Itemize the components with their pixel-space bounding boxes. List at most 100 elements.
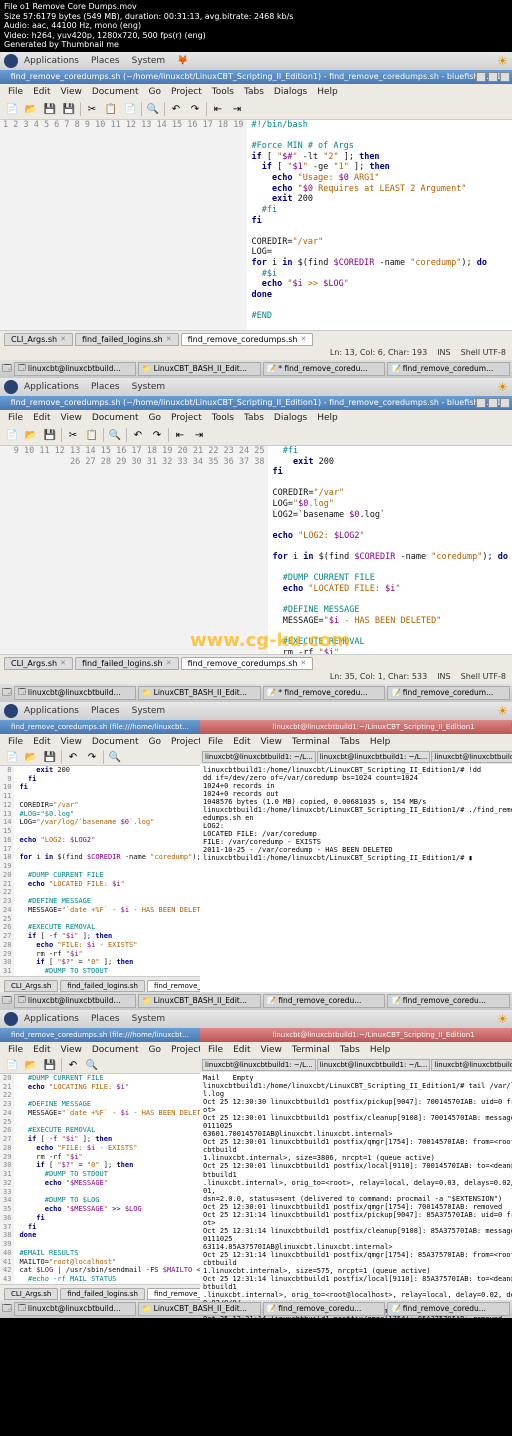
window-title: find_remove_coredumps.sh (~/home/linuxcb… [0,70,512,84]
save-icon[interactable]: 💾 [42,101,58,117]
copy-icon[interactable]: 📋 [84,427,100,443]
redo-icon[interactable]: ↷ [149,427,165,443]
save-as-icon[interactable]: 💾 [61,101,77,117]
menu-help[interactable]: Help [366,1045,395,1055]
gnome-taskbar: 🗔 🗔 linuxcbt@linuxcbtbuild... 📁 LinuxCBT… [0,684,512,702]
undo-icon[interactable]: ↶ [168,101,184,117]
menu-view[interactable]: View [57,413,86,423]
menu-tabs[interactable]: Tabs [336,737,364,747]
unindent-icon[interactable]: ⇤ [172,427,188,443]
menu-document[interactable]: Document [88,87,143,97]
code-editor[interactable]: 9 10 11 12 13 14 15 16 17 18 19 20 21 22… [0,446,512,654]
menu-project[interactable]: Project [167,413,206,423]
save-icon[interactable]: 💾 [42,427,58,443]
menu-document[interactable]: Document [88,1045,143,1055]
tab-find-remove[interactable]: find_remove_coredumps.sh✕ [181,333,314,346]
menu-view[interactable]: View [57,737,86,747]
menu-view[interactable]: View [257,1045,286,1055]
menu-edit[interactable]: Edit [229,737,254,747]
firefox-icon[interactable]: 🦊 [177,56,188,66]
show-desktop-icon[interactable]: 🗔 [2,361,12,377]
cut-icon[interactable]: ✂ [84,101,100,117]
menu-document[interactable]: Document [88,737,143,747]
terminal-tab[interactable]: linuxcbt@linuxcbtbuild1: ~/L... [317,751,431,763]
system-menu[interactable]: System [126,56,172,66]
search-icon[interactable]: 🔍 [145,101,161,117]
menu-view[interactable]: View [57,87,86,97]
minimize-button[interactable] [476,72,486,82]
menu-file[interactable]: File [4,413,27,423]
menu-go[interactable]: Go [145,737,165,747]
menu-go[interactable]: Go [145,1045,165,1055]
close-icon[interactable]: ✕ [166,335,172,343]
menu-file[interactable]: File [204,1045,227,1055]
cut-icon[interactable]: ✂ [65,427,81,443]
close-icon[interactable]: ✕ [300,335,306,343]
open-icon[interactable]: 📂 [23,427,39,443]
menu-file[interactable]: File [204,737,227,747]
indent-icon[interactable]: ⇥ [229,101,245,117]
code-editor[interactable]: 1 2 3 4 5 6 7 8 9 10 11 12 13 14 15 16 1… [0,120,512,330]
menu-view[interactable]: View [257,737,286,747]
toolbar: 📄 📂 💾 💾 ✂ 📋 📄 🔍 ↶ ↷ ⇤ ⇥ [0,100,512,120]
terminal[interactable]: Mail Empty linuxcbtbuild1:/home/linuxcbt… [200,1072,512,1294]
tab-find-failed[interactable]: find_failed_logins.sh✕ [75,333,179,346]
menu-terminal[interactable]: Terminal [288,737,334,747]
menu-help[interactable]: Help [313,87,342,97]
apps-menu[interactable]: Applications [18,56,85,66]
menu-edit[interactable]: Edit [29,737,54,747]
code-editor[interactable]: 8 9 10 11 12 13 14 15 16 17 18 19 20 21 … [0,766,200,976]
menu-go[interactable]: Go [145,87,165,97]
toolbar: 📄 📂 💾 ✂ 📋 🔍 ↶ ↷ ⇤ ⇥ [0,426,512,446]
tab-cli-args[interactable]: CLI_Args.sh✕ [4,333,73,346]
open-icon[interactable]: 📂 [23,101,39,117]
menu-file[interactable]: File [4,1045,27,1055]
close-icon[interactable]: ✕ [60,335,66,343]
menu-dialogs[interactable]: Dialogs [270,413,311,423]
menu-edit[interactable]: Edit [29,1045,54,1055]
menu-tools[interactable]: Tools [208,413,238,423]
power-icon[interactable]: ☀ [497,380,508,394]
redo-icon[interactable]: ↷ [187,101,203,117]
terminal[interactable]: linuxcbtbuild1:/home/linuxcbt/LinuxCBT_S… [200,764,512,986]
new-icon[interactable]: 📄 [4,427,20,443]
places-menu[interactable]: Places [85,56,126,66]
close-button[interactable] [500,72,510,82]
taskbar-item[interactable]: 📁 LinuxCBT_BASH_II_Edit... [138,362,261,376]
copy-icon[interactable]: 📋 [103,101,119,117]
frame-4: Applications Places System ☀ find_remove… [0,1010,512,1318]
code-editor[interactable]: 20 21 22 23 24 25 26 27 28 29 30 31 32 3… [0,1074,200,1284]
menu-project[interactable]: Project [167,87,206,97]
menu-edit[interactable]: Edit [29,413,54,423]
menu-edit[interactable]: Edit [229,1045,254,1055]
new-icon[interactable]: 📄 [4,101,20,117]
menu-dialogs[interactable]: Dialogs [270,87,311,97]
menu-tabs[interactable]: Tabs [240,87,268,97]
menu-go[interactable]: Go [145,413,165,423]
indent-icon[interactable]: ⇥ [191,427,207,443]
taskbar-item[interactable]: 📝 * find_remove_coredu... [263,362,386,376]
search-icon[interactable]: 🔍 [107,427,123,443]
menu-edit[interactable]: Edit [29,87,54,97]
menu-tools[interactable]: Tools [208,87,238,97]
power-icon[interactable]: ☀ [497,54,508,68]
paste-icon[interactable]: 📄 [122,101,138,117]
menu-tabs[interactable]: Tabs [240,413,268,423]
terminal-tab[interactable]: linuxcbt@linuxcbtbuild1: ~/L... [431,751,512,763]
terminal-tab[interactable]: linuxcbt@linuxcbtbuild1: ~/L... [202,751,316,763]
maximize-button[interactable] [488,72,498,82]
menu-terminal[interactable]: Terminal [288,1045,334,1055]
menu-help[interactable]: Help [366,737,395,747]
menu-file[interactable]: File [4,737,27,747]
undo-icon[interactable]: ↶ [130,427,146,443]
taskbar-item[interactable]: 🗔 linuxcbt@linuxcbtbuild... [14,362,137,376]
menu-help[interactable]: Help [313,413,342,423]
menu-file[interactable]: File [4,87,27,97]
frame-3: Applications Places System ☀ find_remove… [0,702,512,1010]
menu-tabs[interactable]: Tabs [336,1045,364,1055]
menu-document[interactable]: Document [88,413,143,423]
video-info-header: File o1 Remove Core Dumps.mov Size 57:61… [0,0,512,52]
menu-view[interactable]: View [57,1045,86,1055]
unindent-icon[interactable]: ⇤ [210,101,226,117]
taskbar-item[interactable]: 📝 find_remove_coredum... [387,362,510,376]
